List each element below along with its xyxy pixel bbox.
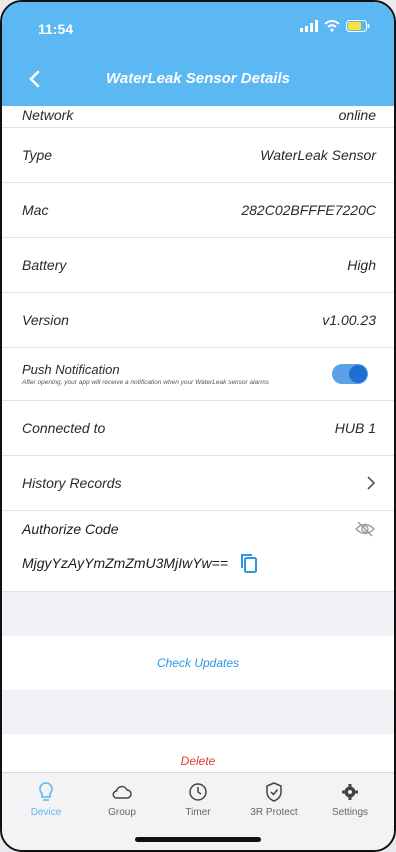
battery-value: High: [347, 257, 376, 273]
row-mac: Mac 282C02BFFFE7220C: [2, 183, 394, 238]
delete-button[interactable]: Delete: [2, 734, 394, 772]
tab-device-label: Device: [30, 807, 62, 818]
status-icons: [300, 20, 370, 32]
authorize-header: Authorize Code: [22, 521, 376, 537]
copy-icon[interactable]: [240, 553, 258, 573]
push-title: Push Notification: [22, 362, 120, 377]
spacer: [2, 592, 394, 636]
tab-group[interactable]: Group: [92, 781, 152, 818]
network-value: online: [338, 107, 376, 123]
tab-timer-label: Timer: [185, 807, 211, 818]
delete-label: Delete: [180, 754, 216, 768]
authorize-label: Authorize Code: [22, 521, 119, 537]
page-title: WaterLeak Sensor Details: [106, 70, 290, 87]
row-network: Network online: [2, 106, 394, 128]
status-time: 11:54: [38, 21, 74, 37]
header: 11:54 WaterLeak Sensor Details: [2, 2, 394, 106]
authorize-section: Authorize Code MjgyYzAyYmZmZmU3MjIwYw==: [2, 511, 394, 592]
history-label: History Records: [22, 475, 122, 491]
tab-device[interactable]: Device: [16, 781, 76, 818]
mac-label: Mac: [22, 202, 49, 218]
tab-bar: Device Group Timer 3R Protect Settings: [2, 772, 394, 850]
check-updates-button[interactable]: Check Updates: [2, 636, 394, 690]
row-battery: Battery High: [2, 238, 394, 293]
tab-group-label: Group: [108, 807, 136, 818]
phone-screen: 11:54 WaterLeak Sensor Details Network o…: [0, 0, 396, 852]
tab-settings[interactable]: Settings: [320, 781, 380, 818]
cloud-icon: [112, 785, 132, 799]
row-push-notification: Push Notification After opening, your ap…: [2, 348, 394, 401]
version-value: v1.00.23: [322, 312, 376, 328]
connected-value: HUB 1: [334, 420, 376, 436]
connected-label: Connected to: [22, 420, 106, 436]
version-label: Version: [22, 312, 69, 328]
row-type: Type WaterLeak Sensor: [2, 128, 394, 183]
push-toggle[interactable]: [332, 364, 368, 384]
row-connected-to: Connected to HUB 1: [2, 401, 394, 456]
eye-off-icon[interactable]: [354, 521, 376, 537]
navbar: WaterLeak Sensor Details: [2, 58, 394, 102]
tab-3r-protect[interactable]: 3R Protect: [244, 781, 304, 818]
row-history-records[interactable]: History Records: [2, 456, 394, 511]
status-bar: 11:54: [2, 2, 394, 58]
row-version: Version v1.00.23: [2, 293, 394, 348]
shield-icon: [266, 782, 282, 802]
home-indicator: [135, 837, 261, 842]
gear-icon: [342, 784, 358, 800]
push-description: After opening, your app will receive a n…: [22, 379, 270, 386]
clock-icon: [189, 783, 207, 801]
chevron-right-icon: [367, 476, 376, 490]
network-label: Network: [22, 107, 74, 123]
tab-settings-label: Settings: [331, 807, 369, 818]
push-text: Push Notification After opening, your ap…: [22, 362, 269, 386]
wifi-icon: [324, 20, 340, 32]
check-updates-label: Check Updates: [156, 656, 240, 670]
details-list: Network online Type WaterLeak Sensor Mac…: [2, 106, 394, 772]
signal-icon: [300, 20, 318, 32]
type-value: WaterLeak Sensor: [260, 147, 376, 163]
type-label: Type: [22, 147, 53, 163]
bulb-icon: [39, 782, 53, 801]
mac-value: 282C02BFFFE7220C: [241, 202, 376, 218]
spacer: [2, 690, 394, 734]
battery-icon: [346, 20, 370, 32]
battery-label: Battery: [22, 257, 67, 273]
authorize-code-row: MjgyYzAyYmZmZmU3MjIwYw==: [22, 553, 376, 573]
tab-timer[interactable]: Timer: [168, 781, 228, 818]
tab-3r-protect-label: 3R Protect: [250, 807, 298, 818]
authorize-code: MjgyYzAyYmZmZmU3MjIwYw==: [22, 555, 229, 571]
